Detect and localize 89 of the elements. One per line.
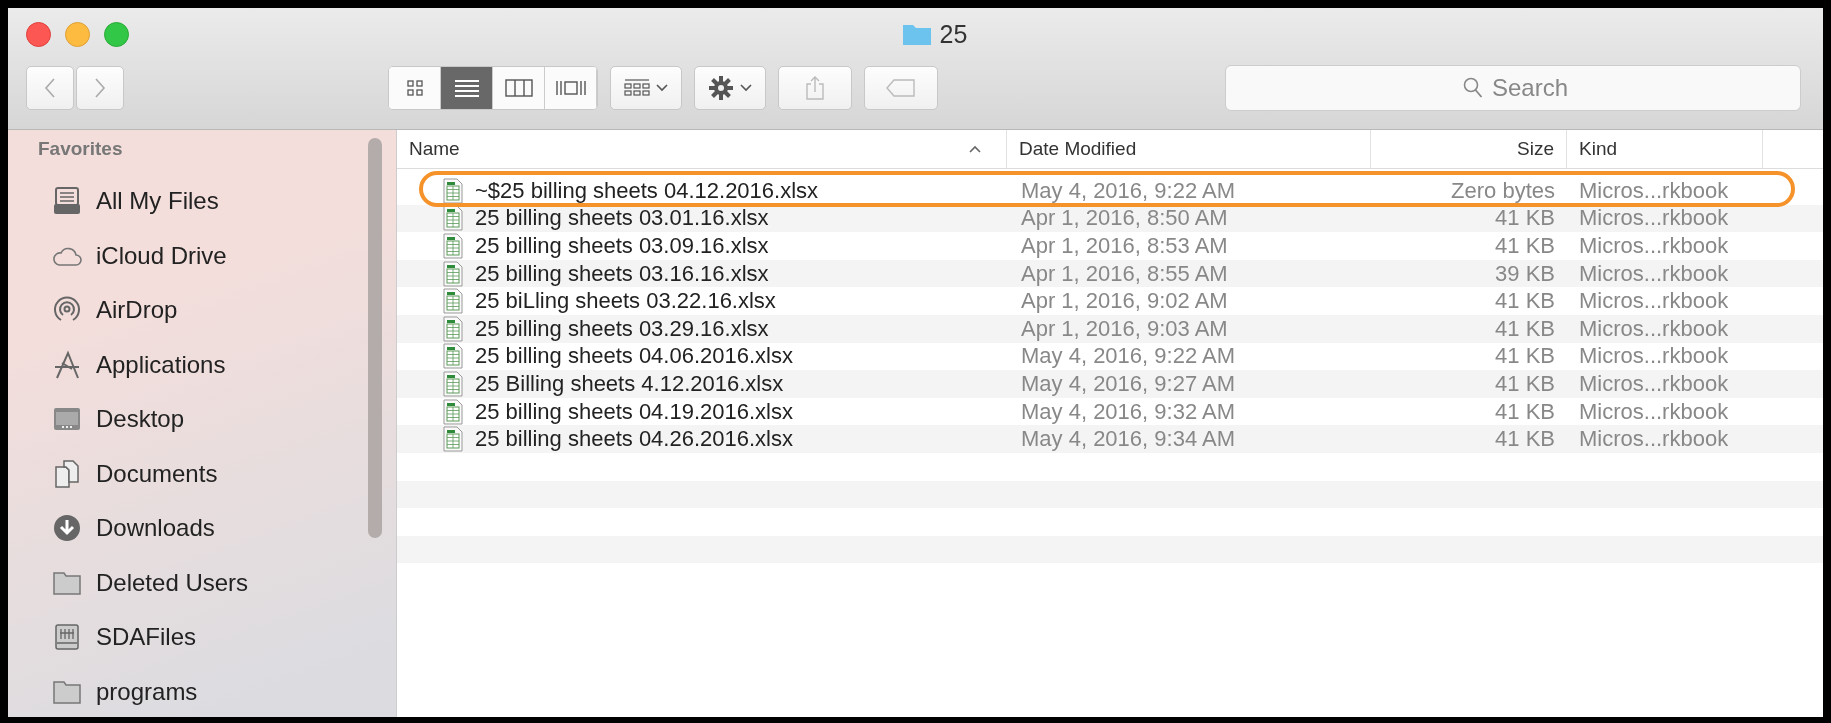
column-header[interactable]: Kind — [1567, 130, 1763, 168]
kind-cell-text: Micros...rkbook — [1578, 233, 1730, 259]
caret-icon — [740, 84, 752, 92]
folder-icon — [901, 22, 932, 46]
size-cell-text: 41 KB — [1494, 233, 1556, 259]
date-cell-text: Apr 1, 2016, 8:53 AM — [1020, 233, 1229, 259]
date-cell-text: May 4, 2016, 9:22 AM — [1020, 177, 1237, 204]
minimize-button[interactable] — [65, 21, 90, 47]
list-view-button[interactable] — [441, 67, 493, 109]
chevron-right-icon — [94, 77, 106, 99]
columns-view-icon — [504, 79, 533, 97]
kind-cell-text: Micros...rkbook — [1578, 288, 1730, 315]
chevron-left-icon — [44, 77, 56, 99]
size-cell-text: 41 KB — [1494, 205, 1556, 232]
sidebar-item[interactable]: iCloud Drive — [38, 228, 396, 283]
zoom-button[interactable] — [104, 21, 129, 47]
forward-button[interactable] — [76, 66, 124, 110]
kind-cell-text: Micros...rkbook — [1578, 398, 1730, 425]
grid-view-button[interactable] — [389, 67, 441, 109]
column-header[interactable]: Date Modified — [1007, 130, 1371, 168]
file-name[interactable]: 25 billing sheets 04.19.2016.xlsx — [475, 398, 793, 425]
date-cell-text: Apr 1, 2016, 9:03 AM — [1020, 315, 1229, 342]
back-button[interactable] — [26, 66, 74, 110]
spreadsheet-file-icon — [443, 177, 463, 204]
arrange-icon — [624, 78, 650, 98]
gear-icon — [708, 75, 734, 101]
caret-icon — [656, 84, 668, 92]
share-icon — [805, 75, 825, 101]
drive-icon — [52, 622, 82, 653]
date-cell-text: May 4, 2016, 9:22 AM — [1020, 343, 1237, 370]
search-field[interactable]: Search — [1225, 65, 1801, 111]
file-name[interactable]: 25 billing sheets 03.09.16.xlsx — [475, 233, 769, 259]
date-cell-text: May 4, 2016, 9:27 AM — [1020, 370, 1237, 397]
sidebar-item[interactable]: SDAFiles — [38, 610, 396, 665]
column-header[interactable]: Size — [1371, 130, 1567, 168]
tag-button[interactable] — [864, 66, 938, 110]
column-header[interactable]: Name — [397, 130, 1007, 168]
kind-cell-text: Micros...rkbook — [1578, 205, 1730, 232]
size-cell-text: 41 KB — [1494, 370, 1556, 397]
share-button[interactable] — [778, 66, 852, 110]
file-name[interactable]: 25 Billing sheets 4.12.2016.xlsx — [475, 370, 784, 397]
sidebar-item[interactable]: Downloads — [38, 501, 396, 556]
size-cell-text: Zero bytes — [1450, 177, 1556, 204]
sidebar-item[interactable]: programs — [38, 664, 396, 717]
date-cell-text: May 4, 2016, 9:32 AM — [1020, 398, 1237, 425]
size-cell-text: 39 KB — [1494, 260, 1556, 287]
sidebar-item[interactable]: All My Files — [38, 174, 396, 229]
size-cell-text: 41 KB — [1494, 398, 1556, 425]
sidebar-heading: Favorites — [38, 138, 124, 161]
tag-icon — [886, 79, 916, 97]
window-title: 25 — [939, 19, 968, 49]
arrange-button[interactable] — [610, 66, 682, 110]
grid-view-icon — [405, 79, 424, 97]
kind-cell-text: Micros...rkbook — [1578, 260, 1730, 287]
date-cell-text: May 4, 2016, 9:34 AM — [1020, 426, 1237, 453]
file-name[interactable]: 25 biLling sheets 03.22.16.xlsx — [475, 288, 776, 315]
date-cell-text: Apr 1, 2016, 8:50 AM — [1020, 205, 1229, 232]
applications-icon — [52, 349, 82, 380]
sidebar-item[interactable]: AirDrop — [38, 283, 396, 338]
file-name[interactable]: 25 billing sheets 04.26.2016.xlsx — [475, 426, 793, 453]
file-name[interactable]: ~$25 billing sheets 04.12.2016.xlsx — [475, 177, 819, 204]
file-name[interactable]: 25 billing sheets 03.29.16.xlsx — [475, 315, 769, 342]
sidebar-item[interactable]: Desktop — [38, 392, 396, 447]
kind-cell-text: Micros...rkbook — [1578, 315, 1730, 342]
settings-button[interactable] — [694, 66, 766, 110]
date-cell-text: Apr 1, 2016, 9:02 AM — [1020, 288, 1229, 315]
file-name[interactable]: 25 billing sheets 04.06.2016.xlsx — [475, 343, 793, 370]
search-icon — [1463, 77, 1483, 99]
sidebar-item[interactable]: Deleted Users — [38, 555, 396, 610]
download-icon — [52, 513, 82, 544]
list-view-icon — [453, 79, 480, 97]
file-name[interactable]: 25 billing sheets 03.16.16.xlsx — [475, 260, 769, 287]
close-button[interactable] — [26, 21, 51, 47]
documents-icon — [52, 458, 82, 489]
size-cell-text: 41 KB — [1494, 315, 1556, 342]
tray-icon — [52, 186, 82, 217]
cover-flow-icon — [554, 79, 587, 97]
size-cell-text: 41 KB — [1494, 426, 1556, 453]
kind-cell-text: Micros...rkbook — [1578, 370, 1730, 397]
sidebar-item[interactable]: Applications — [38, 337, 396, 392]
kind-cell-text: Micros...rkbook — [1578, 426, 1730, 453]
scrollbar[interactable] — [368, 138, 382, 538]
file-name[interactable]: 25 billing sheets 03.01.16.xlsx — [475, 205, 769, 232]
kind-cell-text: Micros...rkbook — [1578, 343, 1730, 370]
kind-cell-text: Micros...rkbook — [1578, 177, 1730, 204]
sidebar-item[interactable]: Documents — [38, 446, 396, 501]
size-cell-text: 41 KB — [1494, 288, 1556, 315]
size-cell-text: 41 KB — [1494, 343, 1556, 370]
date-cell-text: Apr 1, 2016, 8:55 AM — [1020, 260, 1229, 287]
